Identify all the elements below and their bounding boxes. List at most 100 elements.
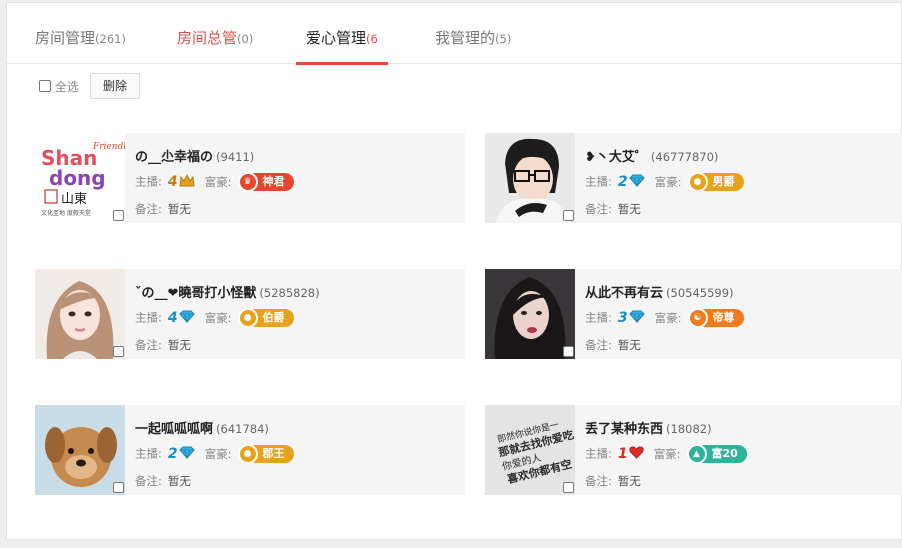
badge-icon: ● — [237, 308, 258, 328]
nick-row: の__尐幸福の (9411) — [135, 146, 254, 165]
nickname[interactable]: ˇの__❤曉哥打小怪獸 — [135, 286, 256, 301]
card-checkbox[interactable] — [563, 346, 574, 357]
nickname[interactable]: 从此不再有云 — [585, 286, 663, 301]
nick-row: 从此不再有云 (50545599) — [585, 282, 734, 301]
level-row: 主播: 2 富豪: ● 郡王 — [135, 444, 294, 465]
avatar[interactable] — [485, 133, 575, 223]
card-checkbox[interactable] — [563, 482, 574, 493]
tab-room-chief[interactable]: 房间总管(0) — [177, 27, 253, 63]
tab-count: (5) — [495, 32, 512, 46]
user-card: 即然你说你是一 那就去找你爱吃 你爱的人 喜欢你都有空 丢了某种东西 (18082… — [485, 405, 902, 495]
nickname[interactable]: 丢了某种东西 — [585, 422, 663, 437]
tab-love-manage[interactable]: 爱心管理(6 — [296, 27, 388, 65]
anchor-level: 4 — [167, 173, 178, 190]
anchor-label: 主播: — [585, 446, 612, 461]
anchor-level: 3 — [617, 309, 628, 326]
user-id: (46777870) — [650, 150, 719, 164]
tab-my-managed[interactable]: 我管理的(5) — [435, 27, 511, 63]
nickname[interactable]: 一起呱呱呱啊 — [135, 422, 213, 437]
anchor-label: 主播: — [135, 446, 162, 461]
note-label: 备注: — [585, 474, 612, 488]
user-id: (9411) — [216, 150, 255, 164]
anchor-level: 2 — [617, 173, 628, 190]
badge-label: 富20 — [711, 447, 738, 460]
note-value: 暂无 — [167, 338, 191, 352]
delete-button[interactable]: 删除 — [90, 73, 140, 99]
logo-slogan: 文化圣地 度假天堂 — [41, 209, 91, 217]
rich-label: 富豪: — [204, 446, 232, 461]
badge-icon: ● — [237, 444, 258, 464]
badge-icon: ▲ — [686, 444, 707, 464]
anchor-level: 4 — [167, 309, 178, 326]
note-label: 备注: — [135, 202, 162, 216]
badge-label: 帝尊 — [712, 311, 735, 324]
crown-icon — [179, 173, 195, 191]
card-checkbox[interactable] — [113, 482, 124, 493]
anchor-level: 1 — [617, 445, 628, 462]
tab-label: 房间管理 — [35, 29, 96, 47]
note-label: 备注: — [585, 338, 612, 352]
note-row: 备注: 暂无 — [135, 473, 191, 489]
diamond-icon — [628, 310, 645, 326]
nickname[interactable]: の__尐幸福の — [135, 150, 213, 165]
badge-icon: ♛ — [237, 172, 258, 192]
rich-label: 富豪: — [654, 310, 682, 325]
tab-count: (0) — [237, 32, 254, 46]
badge-label: 男爵 — [712, 175, 735, 188]
badge-icon: ☯ — [687, 308, 708, 328]
select-all-checkbox[interactable] — [39, 80, 51, 92]
tab-room-manage[interactable]: 房间管理(261) — [35, 27, 126, 63]
rich-badge: ▲ 富20 — [686, 444, 747, 464]
avatar[interactable] — [35, 405, 125, 495]
rich-badge: ♛ 神君 — [237, 172, 294, 192]
note-value: 暂无 — [167, 474, 191, 488]
level-row: 主播: 4 富豪: ♛ 神君 — [135, 172, 294, 193]
note-label: 备注: — [135, 474, 162, 488]
tab-count: (261) — [95, 32, 126, 46]
logo-cn-text: 山東 — [61, 191, 87, 207]
card-checkbox[interactable] — [563, 210, 574, 221]
note-row: 备注: 暂无 — [135, 201, 191, 217]
diamond-icon — [628, 174, 645, 190]
tab-label: 我管理的 — [435, 29, 496, 47]
tab-label: 爱心管理 — [306, 29, 367, 47]
rich-label: 富豪: — [204, 310, 232, 325]
rich-label: 富豪: — [204, 174, 232, 189]
nick-row: ˇの__❤曉哥打小怪獸 (5285828) — [135, 282, 320, 301]
rich-badge: ● 郡王 — [237, 444, 294, 464]
diamond-icon — [178, 446, 195, 462]
avatar[interactable]: Friendly Shan dong 山東 文化圣地 度假天堂 — [35, 133, 125, 223]
user-card: 一起呱呱呱啊 (641784) 主播: 2 富豪: ● 郡王 备注: 暂无 — [35, 405, 465, 495]
level-row: 主播: 2 富豪: ● 男爵 — [585, 172, 744, 193]
card-checkbox[interactable] — [113, 346, 124, 357]
note-label: 备注: — [585, 202, 612, 216]
nickname[interactable]: ❥丶大艾゜ — [585, 150, 648, 165]
card-checkbox[interactable] — [113, 210, 124, 221]
note-label: 备注: — [135, 338, 162, 352]
level-row: 主播: 1 富豪: ▲ 富20 — [585, 444, 747, 465]
avatar[interactable] — [35, 269, 125, 359]
tab-label: 房间总管 — [177, 29, 238, 47]
note-row: 备注: 暂无 — [585, 473, 641, 489]
user-id: (5285828) — [259, 286, 320, 300]
select-all-label[interactable]: 全选 — [55, 78, 79, 95]
badge-label: 神君 — [262, 175, 285, 188]
rich-label: 富豪: — [654, 174, 682, 189]
badge-label: 伯爵 — [262, 311, 285, 324]
badge-label: 郡王 — [262, 447, 285, 460]
avatar[interactable]: 即然你说你是一 那就去找你爱吃 你爱的人 喜欢你都有空 — [485, 405, 575, 495]
nick-row: 丢了某种东西 (18082) — [585, 418, 712, 437]
avatar[interactable] — [485, 269, 575, 359]
nick-row: ❥丶大艾゜ (46777870) — [585, 146, 718, 165]
level-row: 主播: 4 富豪: ● 伯爵 — [135, 308, 294, 329]
note-value: 暂无 — [167, 202, 191, 216]
tab-count: (6 — [366, 32, 378, 46]
user-card: ˇの__❤曉哥打小怪獸 (5285828) 主播: 4 富豪: ● 伯爵 备注: 暂无 — [35, 269, 465, 359]
user-id: (18082) — [666, 422, 712, 436]
rich-badge: ☯ 帝尊 — [687, 308, 744, 328]
user-id: (50545599) — [666, 286, 734, 300]
rich-badge: ● 男爵 — [687, 172, 744, 192]
tab-bar: 房间管理(261) 房间总管(0) 爱心管理(6 我管理的(5) — [7, 3, 901, 65]
rich-badge: ● 伯爵 — [237, 308, 294, 328]
note-value: 暂无 — [617, 474, 641, 488]
